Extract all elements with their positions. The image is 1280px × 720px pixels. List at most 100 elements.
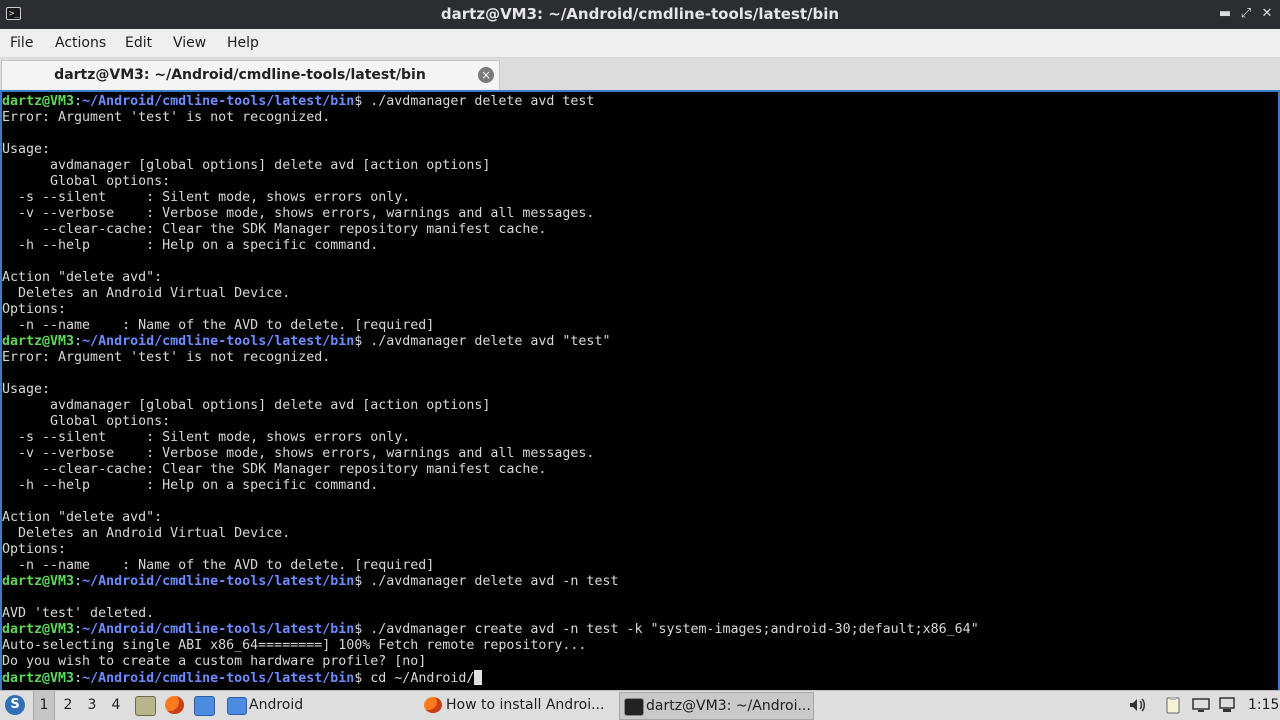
output-text: --clear-cache: Clear the SDK Manager rep… bbox=[2, 462, 547, 477]
prompt-user: dartz@VM3 bbox=[2, 574, 75, 589]
text-cursor bbox=[474, 670, 483, 685]
file-manager-launcher-icon[interactable] bbox=[194, 696, 215, 716]
volume-icon[interactable] bbox=[1128, 696, 1146, 714]
menu-help[interactable]: Help bbox=[227, 29, 259, 57]
clock[interactable]: 1:15 bbox=[1248, 691, 1279, 720]
show-desktop-icon[interactable] bbox=[135, 696, 156, 716]
workspace-1[interactable]: 1 bbox=[33, 691, 55, 720]
terminal-output-line: Action "delete avd": bbox=[2, 270, 979, 286]
prompt-user: dartz@VM3 bbox=[2, 671, 75, 686]
output-text: Options: bbox=[2, 302, 67, 317]
terminal-output-line: --clear-cache: Clear the SDK Manager rep… bbox=[2, 222, 979, 238]
menu-edit[interactable]: Edit bbox=[125, 29, 152, 57]
terminal-output-line: -s --silent : Silent mode, shows errors … bbox=[2, 190, 979, 206]
prompt-separator: : bbox=[74, 334, 83, 349]
terminal-output-line: -s --silent : Silent mode, shows errors … bbox=[2, 430, 979, 446]
output-text: -s --silent : Silent mode, shows errors … bbox=[2, 430, 411, 445]
output-text: Deletes an Android Virtual Device. bbox=[2, 286, 291, 301]
start-menu-icon[interactable]: S bbox=[5, 695, 25, 715]
terminal-output-line: AVD 'test' deleted. bbox=[2, 606, 979, 622]
command-text: cd ~/Android/ bbox=[362, 671, 475, 686]
firefox-launcher-icon[interactable] bbox=[165, 696, 184, 714]
firefox-icon bbox=[424, 697, 442, 713]
output-text: --clear-cache: Clear the SDK Manager rep… bbox=[2, 222, 547, 237]
minimize-icon[interactable]: ▬ bbox=[1218, 6, 1232, 22]
window-title: dartz@VM3: ~/Android/cmdline-tools/lates… bbox=[440, 5, 840, 23]
prompt-path: ~/Android/cmdline-tools/latest/bin bbox=[82, 94, 355, 109]
task-browser[interactable]: How to install Androi... bbox=[420, 692, 615, 720]
terminal-output-line: Auto-selecting single ABI x86_64========… bbox=[2, 638, 979, 654]
terminal-output-line: Usage: bbox=[2, 142, 979, 158]
prompt-user: dartz@VM3 bbox=[2, 622, 75, 637]
menu-actions[interactable]: Actions bbox=[55, 29, 106, 57]
network-icon[interactable] bbox=[1218, 696, 1236, 714]
maximize-icon[interactable]: ⤢ bbox=[1239, 6, 1253, 22]
menu-view[interactable]: View bbox=[173, 29, 206, 57]
task-terminal[interactable]: dartz@VM3: ~/Androi... bbox=[619, 692, 814, 720]
terminal-prompt-line: dartz@VM3:~/Android/cmdline-tools/latest… bbox=[2, 94, 979, 110]
output-text: -s --silent : Silent mode, shows errors … bbox=[2, 190, 411, 205]
terminal-output-line: avdmanager [global options] delete avd [… bbox=[2, 398, 979, 414]
prompt-path: ~/Android/cmdline-tools/latest/bin bbox=[82, 671, 355, 686]
terminal-output: dartz@VM3:~/Android/cmdline-tools/latest… bbox=[2, 94, 979, 686]
task-label: dartz@VM3: ~/Androi... bbox=[646, 698, 811, 714]
command-text: ./avdmanager create avd -n test -k "syst… bbox=[362, 622, 979, 637]
output-text: Global options: bbox=[2, 174, 171, 189]
workspace-4[interactable]: 4 bbox=[105, 691, 127, 720]
terminal-output-line: Usage: bbox=[2, 382, 979, 398]
output-text: Error: Argument 'test' is not recognized… bbox=[2, 110, 331, 125]
task-folder-android[interactable]: Android bbox=[223, 692, 418, 720]
terminal-output-line: Options: bbox=[2, 302, 979, 318]
terminal-view[interactable]: dartz@VM3:~/Android/cmdline-tools/latest… bbox=[0, 90, 1280, 690]
prompt-user: dartz@VM3 bbox=[2, 94, 75, 109]
terminal-output-line: Deletes an Android Virtual Device. bbox=[2, 526, 979, 542]
taskbar: S 1 2 3 4 Android How to install Androi.… bbox=[0, 690, 1280, 720]
window-title-bar[interactable]: >_ dartz@VM3: ~/Android/cmdline-tools/la… bbox=[0, 0, 1280, 29]
command-text: ./avdmanager delete avd -n test bbox=[362, 574, 619, 589]
terminal-output-line: -n --name : Name of the AVD to delete. [… bbox=[2, 558, 979, 574]
terminal-output-line: Error: Argument 'test' is not recognized… bbox=[2, 350, 979, 366]
menu-file[interactable]: File bbox=[10, 29, 33, 57]
terminal-output-line: avdmanager [global options] delete avd [… bbox=[2, 158, 979, 174]
terminal-output-line: -h --help : Help on a specific command. bbox=[2, 478, 979, 494]
prompt-user: dartz@VM3 bbox=[2, 334, 75, 349]
prompt-separator: : bbox=[74, 94, 83, 109]
prompt-separator: : bbox=[74, 671, 83, 686]
output-text: -h --help : Help on a specific command. bbox=[2, 478, 379, 493]
terminal-output-line: --clear-cache: Clear the SDK Manager rep… bbox=[2, 462, 979, 478]
task-label: How to install Androi... bbox=[446, 697, 605, 713]
output-text: -h --help : Help on a specific command. bbox=[2, 238, 379, 253]
terminal-output-line: -h --help : Help on a specific command. bbox=[2, 238, 979, 254]
terminal-prompt-line: dartz@VM3:~/Android/cmdline-tools/latest… bbox=[2, 670, 979, 686]
terminal-output-line: -n --name : Name of the AVD to delete. [… bbox=[2, 318, 979, 334]
output-text: AVD 'test' deleted. bbox=[2, 606, 155, 621]
prompt-separator: : bbox=[74, 622, 83, 637]
terminal-icon bbox=[624, 698, 644, 716]
output-text: -n --name : Name of the AVD to delete. [… bbox=[2, 558, 435, 573]
terminal-output-line: Do you wish to create a custom hardware … bbox=[2, 654, 979, 670]
output-text: Error: Argument 'test' is not recognized… bbox=[2, 350, 331, 365]
terminal-tab[interactable]: dartz@VM3: ~/Android/cmdline-tools/lates… bbox=[1, 60, 500, 90]
close-icon[interactable]: ✕ bbox=[1260, 6, 1274, 22]
output-text: Deletes an Android Virtual Device. bbox=[2, 526, 291, 541]
folder-icon bbox=[227, 697, 247, 715]
terminal-output-line: Deletes an Android Virtual Device. bbox=[2, 286, 979, 302]
workspace-3[interactable]: 3 bbox=[81, 691, 103, 720]
output-text: Action "delete avd": bbox=[2, 510, 163, 525]
workspace-2[interactable]: 2 bbox=[57, 691, 79, 720]
output-text: -v --verbose : Verbose mode, shows error… bbox=[2, 206, 595, 221]
prompt-path: ~/Android/cmdline-tools/latest/bin bbox=[82, 622, 355, 637]
terminal-output-line: Global options: bbox=[2, 174, 979, 190]
display-icon[interactable] bbox=[1192, 696, 1210, 714]
terminal-output-line: -v --verbose : Verbose mode, shows error… bbox=[2, 446, 979, 462]
clipboard-icon[interactable] bbox=[1164, 696, 1182, 714]
terminal-output-line: Error: Argument 'test' is not recognized… bbox=[2, 110, 979, 126]
output-text: avdmanager [global options] delete avd [… bbox=[2, 398, 491, 413]
output-text: Auto-selecting single ABI x86_64========… bbox=[2, 638, 587, 653]
output-text: avdmanager [global options] delete avd [… bbox=[2, 158, 491, 173]
tab-close-icon[interactable]: × bbox=[478, 67, 494, 83]
